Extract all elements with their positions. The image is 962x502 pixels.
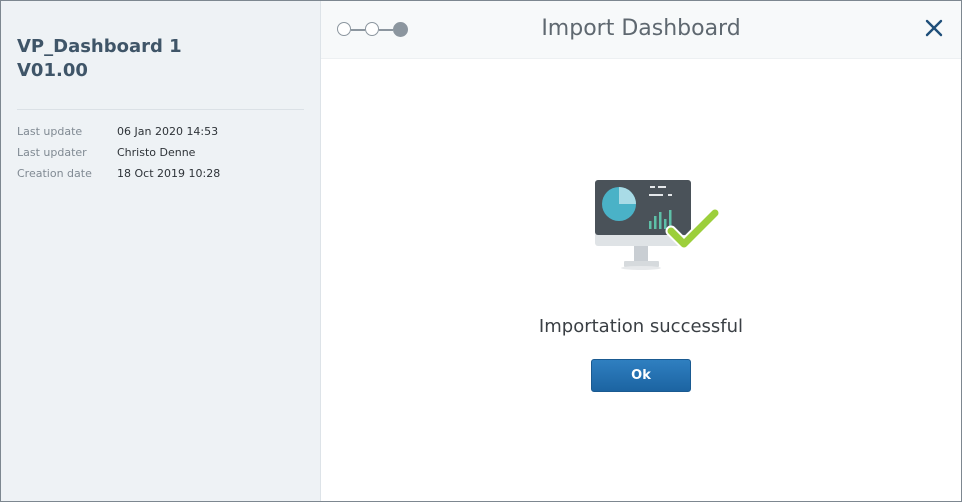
import-dashboard-dialog: VP_Dashboard 1 V01.00 Last update 06 Jan … xyxy=(0,0,962,502)
dashboard-name: VP_Dashboard 1 xyxy=(17,36,182,57)
meta-label: Last update xyxy=(17,125,83,138)
meta-value: Christo Denne xyxy=(117,146,196,159)
meta-label: Creation date xyxy=(17,167,92,180)
info-divider xyxy=(17,109,304,110)
meta-row-creation-date: Creation date 18 Oct 2019 10:28 xyxy=(17,167,220,188)
dashboard-version: V01.00 xyxy=(17,60,88,81)
meta-value: 18 Oct 2019 10:28 xyxy=(117,167,221,180)
close-button[interactable] xyxy=(924,18,944,38)
meta-value: 06 Jan 2020 14:53 xyxy=(117,125,219,138)
monitor-success-icon xyxy=(591,177,736,277)
meta-row-last-updater: Last updater Christo Denne xyxy=(17,146,220,167)
dialog-body: Importation successful Ok xyxy=(321,59,961,501)
dashboard-metadata: Last update 06 Jan 2020 14:53 Last update… xyxy=(17,125,220,188)
dashboard-info-panel: VP_Dashboard 1 V01.00 Last update 06 Jan … xyxy=(1,1,321,501)
success-message: Importation successful xyxy=(538,316,744,337)
dialog-header: Import Dashboard xyxy=(321,1,961,59)
ok-button[interactable]: Ok xyxy=(591,359,691,392)
meta-label: Last updater xyxy=(17,146,87,159)
meta-row-last-update: Last update 06 Jan 2020 14:53 xyxy=(17,125,220,146)
close-icon xyxy=(925,19,943,37)
dialog-title: Import Dashboard xyxy=(541,16,741,41)
